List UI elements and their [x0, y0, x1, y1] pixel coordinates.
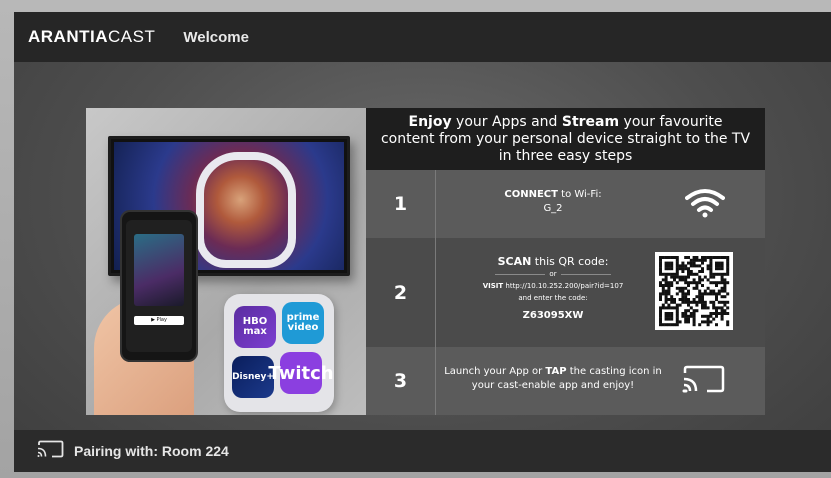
page-title: Welcome [183, 28, 249, 46]
hbo-max-icon: HBO max [234, 306, 276, 348]
wifi-icon [685, 188, 725, 222]
instructions-card: ▶ Play HBO max prime video Disney+ Twitc… [86, 108, 765, 415]
hero-image: ▶ Play HBO max prime video Disney+ Twitc… [86, 108, 366, 415]
step-label: SCAN this QR code: [497, 255, 609, 268]
step-launch: 3 Launch your App or TAP the casting ico… [366, 347, 765, 415]
cast-icon [681, 365, 725, 397]
header-bar: ARANTIACAST Welcome [14, 12, 831, 62]
tv-bezel: ARANTIACAST Welcome ▶ Play HBO max prime… [0, 0, 831, 478]
or-separator: or [549, 270, 557, 278]
intro-text: Enjoy your Apps and Stream your favourit… [366, 108, 765, 170]
phone-illustration: ▶ Play [120, 210, 198, 362]
cast-icon [36, 440, 64, 462]
step-scan: 2 SCAN this QR code: or VISIT http://10.… [366, 238, 765, 347]
step-number: 1 [366, 170, 436, 238]
pairing-status: Pairing with: Room 224 [74, 443, 229, 459]
prime-video-icon: prime video [282, 302, 324, 344]
step-number: 3 [366, 347, 436, 415]
visit-instructions: and enter the code: [518, 294, 588, 302]
step-connect: 1 CONNECT to Wi-Fi: G_2 [366, 170, 765, 238]
twitch-icon: Twitch [268, 352, 334, 394]
screen: ARANTIACAST Welcome ▶ Play HBO max prime… [14, 12, 831, 472]
steps-panel: Enjoy your Apps and Stream your favourit… [366, 108, 765, 415]
qr-code [655, 252, 733, 330]
pairing-code: Z63095XW [522, 310, 584, 321]
step-label: Launch your App or TAP the casting icon … [444, 366, 662, 391]
visit-url: VISIT http://10.10.252.200/pair?id=107 [482, 282, 624, 290]
wifi-network-name: G_2 [543, 203, 563, 214]
streaming-apps: HBO max prime video Disney+ Twitch [224, 294, 334, 412]
phone-play-button: ▶ Play [134, 316, 184, 325]
brand-logo: ARANTIACAST [28, 27, 156, 46]
step-label: CONNECT to Wi-Fi: [504, 189, 602, 200]
step-number: 2 [366, 238, 436, 347]
footer-bar: Pairing with: Room 224 [14, 430, 831, 472]
